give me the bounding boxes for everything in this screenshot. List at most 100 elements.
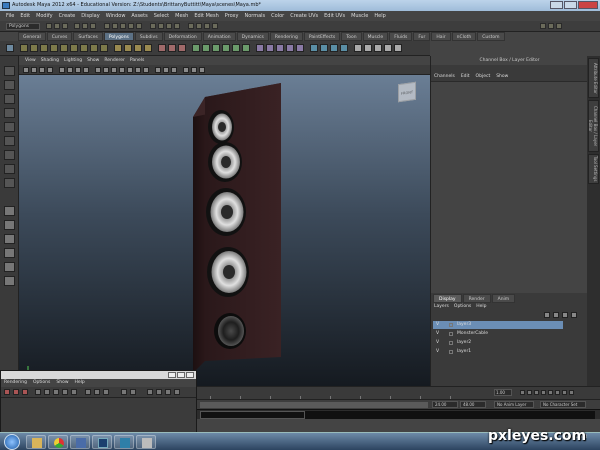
taskbar-photoshop[interactable] <box>92 435 112 449</box>
play-back-icon[interactable] <box>541 390 546 395</box>
frame-buffer-icon[interactable] <box>174 389 180 395</box>
maximize-button[interactable] <box>564 1 577 9</box>
scale-tool-icon[interactable] <box>4 136 15 146</box>
layer-row[interactable]: V layer2 <box>433 339 563 347</box>
go-to-start-icon[interactable] <box>520 390 525 395</box>
taskbar-explorer[interactable] <box>26 435 46 449</box>
union-icon[interactable] <box>158 44 166 52</box>
poly-cube-icon[interactable] <box>30 44 38 52</box>
shelf-tab-subdivs[interactable]: Subdivs <box>134 32 163 41</box>
rv-menu-options[interactable]: Options <box>33 379 50 387</box>
side-tab-tool-settings[interactable]: Tool Settings <box>588 154 599 184</box>
persp-graph-layout-icon[interactable] <box>4 248 15 258</box>
difference-icon[interactable] <box>168 44 176 52</box>
soft-mod-tool-icon[interactable] <box>4 150 15 160</box>
minimize-button[interactable] <box>550 1 563 9</box>
layer-visibility[interactable]: V <box>436 321 439 329</box>
menu-select[interactable]: Select <box>154 13 169 19</box>
render-view-close-button[interactable] <box>186 372 194 378</box>
channel-box-toggle-icon[interactable] <box>556 23 562 29</box>
spherical-map-icon[interactable] <box>330 44 338 52</box>
poly-torus-icon[interactable] <box>70 44 78 52</box>
taskbar-chrome[interactable] <box>48 435 68 449</box>
redo-render-icon[interactable] <box>4 389 10 395</box>
shelf-tab-fur[interactable]: Fur <box>413 32 431 41</box>
taskbar-media[interactable] <box>70 435 90 449</box>
select-object-icon[interactable] <box>82 23 88 29</box>
shelf-tab-animation[interactable]: Animation <box>202 32 236 41</box>
panel-menu-lighting[interactable]: Lighting <box>64 58 82 63</box>
character-set-selector[interactable]: No Character Set <box>540 401 586 408</box>
rgb-channel-icon[interactable] <box>35 389 41 395</box>
wireframe-on-shaded-icon[interactable] <box>111 67 117 73</box>
shelf-tab-hair[interactable]: Hair <box>431 32 451 41</box>
shelf-tab-curves[interactable]: Curves <box>46 32 73 41</box>
poly-plane-icon[interactable] <box>60 44 68 52</box>
tool-settings-toggle-icon[interactable] <box>548 23 554 29</box>
xray-icon[interactable] <box>119 67 125 73</box>
planar-map-icon[interactable] <box>310 44 318 52</box>
move-layer-down-icon[interactable] <box>553 312 559 318</box>
shelf-tab-custom[interactable]: Custom <box>477 32 505 41</box>
render-view-area[interactable] <box>1 397 196 432</box>
snap-point-icon[interactable] <box>166 23 172 29</box>
prev-key-icon[interactable] <box>534 390 539 395</box>
side-tab-attribute-editor[interactable]: Attribute Editor <box>588 58 599 98</box>
persp-outliner-layout-icon[interactable] <box>4 234 15 244</box>
fill-hole-icon[interactable] <box>202 44 210 52</box>
last-tool-icon[interactable] <box>4 178 15 188</box>
step-forward-icon[interactable] <box>562 390 567 395</box>
shelf-tab-fluids[interactable]: Fluids <box>389 32 413 41</box>
checker-icon[interactable] <box>354 44 362 52</box>
menu-create-uvs[interactable]: Create UVs <box>290 13 318 19</box>
cb-menu-show[interactable]: Show <box>496 73 508 81</box>
poly-sphere-icon[interactable] <box>20 44 28 52</box>
panel-menu-view[interactable]: View <box>25 58 36 63</box>
menu-assets[interactable]: Assets <box>131 13 147 19</box>
render-view-maximize-button[interactable] <box>177 372 185 378</box>
select-hierarchy-icon[interactable] <box>74 23 80 29</box>
single-perspective-layout-icon[interactable] <box>4 206 15 216</box>
insert-edge-loop-icon[interactable] <box>232 44 240 52</box>
move-layer-up-icon[interactable] <box>544 312 550 318</box>
collapse-icon[interactable] <box>296 44 304 52</box>
render-view-titlebar[interactable] <box>1 371 196 379</box>
mask-curves-icon[interactable] <box>120 23 126 29</box>
current-frame-field[interactable]: 1.00 <box>494 389 512 396</box>
textured-icon[interactable] <box>127 67 133 73</box>
render-icon[interactable] <box>196 23 202 29</box>
next-key-icon[interactable] <box>555 390 560 395</box>
shelf-tab-toon[interactable]: Toon <box>341 32 362 41</box>
green-channel-icon[interactable] <box>53 389 59 395</box>
extrude-icon[interactable] <box>256 44 264 52</box>
ambient-occlusion-icon[interactable] <box>163 67 169 73</box>
camera-attributes-icon[interactable] <box>31 67 37 73</box>
layer-visibility[interactable]: V <box>436 339 439 347</box>
start-orb-icon[interactable] <box>4 434 20 450</box>
menu-edit[interactable]: Edit <box>20 13 30 19</box>
poly-pipe-icon[interactable] <box>100 44 108 52</box>
cb-menu-channels[interactable]: Channels <box>434 73 455 81</box>
ipr-tune-icon[interactable] <box>130 389 136 395</box>
layer-visibility[interactable]: V <box>436 330 439 338</box>
menu-mesh[interactable]: Mesh <box>175 13 188 19</box>
panel-menu-panels[interactable]: Panels <box>130 58 144 63</box>
film-gate-icon[interactable] <box>67 67 73 73</box>
panel-menu-shading[interactable]: Shading <box>41 58 59 63</box>
bookmarks-icon[interactable] <box>39 67 45 73</box>
taskbar-maya[interactable] <box>114 435 134 449</box>
new-layer-icon[interactable] <box>562 312 568 318</box>
poly-prism-icon[interactable] <box>80 44 88 52</box>
layer-tab-display[interactable]: Display <box>433 294 462 303</box>
range-slider[interactable] <box>200 402 428 408</box>
bevel-icon[interactable] <box>276 44 284 52</box>
viewcube-icon[interactable]: FRONT <box>398 81 416 103</box>
combine-icon[interactable] <box>114 44 122 52</box>
rv-menu-help[interactable]: Help <box>75 379 85 387</box>
le-menu-layers[interactable]: Layers <box>434 303 449 311</box>
real-size-icon[interactable] <box>85 389 91 395</box>
display-settings-icon[interactable] <box>147 389 153 395</box>
rv-menu-rendering[interactable]: Rendering <box>4 379 27 387</box>
render-globals-icon[interactable] <box>165 389 171 395</box>
lasso-tool-icon[interactable] <box>4 80 15 90</box>
